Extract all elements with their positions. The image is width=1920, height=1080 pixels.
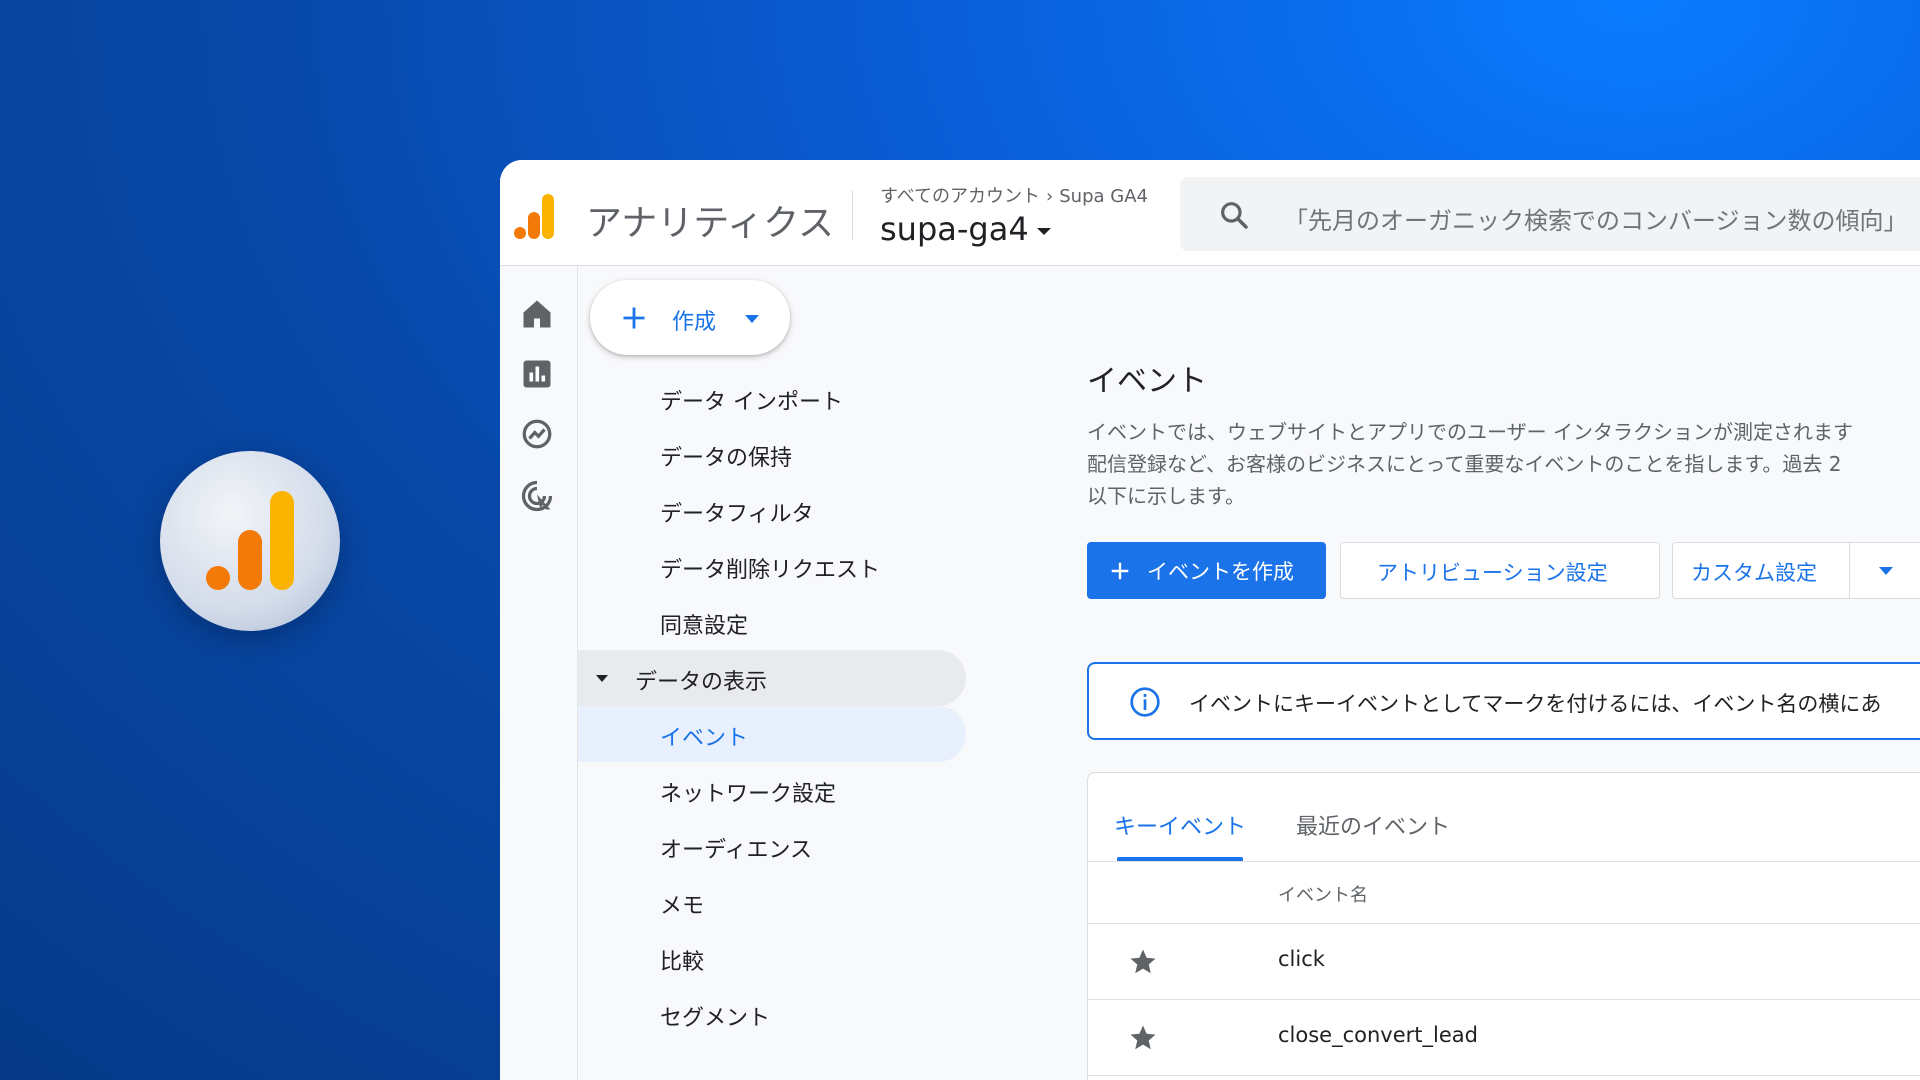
top-bar: アナリティクス すべてのアカウント › Supa GA4 supa-ga4 「先月の… (500, 160, 1920, 266)
nav-item-data-import[interactable]: データ インポート (578, 370, 966, 426)
event-name: close_convert_lead (1278, 1023, 1478, 1047)
events-card: キーイベント 最近のイベント イベント名 click close_convert… (1087, 772, 1920, 1080)
breadcrumb[interactable]: すべてのアカウント › Supa GA4 (880, 182, 1148, 208)
column-header-event-name[interactable]: イベント名 (1278, 881, 1368, 907)
star-icon[interactable] (1128, 1023, 1158, 1053)
search-icon (1221, 202, 1248, 229)
attribution-settings-button[interactable]: アトリビューション設定 (1340, 542, 1660, 599)
analytics-logo-icon[interactable] (514, 194, 554, 240)
nav-item-data-deletion[interactable]: データ削除リクエスト (578, 538, 966, 594)
star-icon[interactable] (1128, 947, 1158, 977)
nav-item-notes[interactable]: メモ (578, 874, 966, 930)
logo-bar-tall (270, 491, 294, 590)
table-row: close_convert_lead (1088, 999, 1920, 1075)
reports-icon[interactable] (519, 356, 555, 392)
advertising-icon[interactable] (519, 478, 555, 514)
nav-item-network[interactable]: ネットワーク設定 (578, 762, 966, 818)
breadcrumb-account[interactable]: Supa GA4 (1059, 186, 1148, 207)
left-rail (500, 266, 578, 1080)
search-input[interactable]: 「先月のオーガニック検索でのコンバージョン数の傾向」 (1180, 177, 1920, 251)
property-selector[interactable]: supa-ga4 (880, 210, 1051, 248)
info-icon (1130, 687, 1160, 717)
nav-item-consent[interactable]: 同意設定 (578, 594, 966, 650)
event-name: click (1278, 947, 1325, 971)
plus-icon (1111, 562, 1129, 580)
property-name: supa-ga4 (880, 210, 1029, 248)
nav-item-data-retention[interactable]: データの保持 (578, 426, 966, 482)
nav-item-audiences[interactable]: オーディエンス (578, 818, 966, 874)
nav-group-data-display[interactable]: データの表示 (578, 650, 966, 706)
home-icon[interactable] (519, 296, 555, 332)
info-banner: イベントにキーイベントとしてマークを付けるには、イベント名の横にあ (1087, 662, 1920, 740)
create-event-button[interactable]: イベントを作成 (1087, 542, 1326, 599)
tab-recent-events[interactable]: 最近のイベント (1296, 809, 1450, 841)
caret-down-icon (745, 315, 759, 323)
nav-item-comparisons[interactable]: 比較 (578, 930, 966, 986)
logo-dot (206, 566, 230, 590)
breadcrumb-all-accounts[interactable]: すべてのアカウント (880, 186, 1040, 207)
nav-item-segments[interactable]: セグメント (578, 986, 966, 1042)
caret-down-icon (1036, 227, 1051, 235)
explore-icon[interactable] (519, 416, 555, 452)
page-title: イベント (1087, 364, 1207, 399)
logo-bar-mid (238, 530, 262, 590)
custom-settings-button[interactable]: カスタム設定 (1672, 542, 1920, 599)
create-button[interactable]: 作成 (590, 280, 790, 355)
nav-item-data-filters[interactable]: データフィルタ (578, 482, 966, 538)
chevron-right-icon: › (1046, 186, 1054, 207)
analytics-window: アナリティクス すべてのアカウント › Supa GA4 supa-ga4 「先月の… (500, 160, 1920, 1080)
table-row: click (1088, 923, 1920, 999)
tab-key-events[interactable]: キーイベント (1114, 809, 1246, 841)
header-divider (852, 190, 853, 240)
create-label: 作成 (672, 310, 717, 335)
nav-item-events[interactable]: イベント (578, 706, 966, 762)
caret-down-icon[interactable] (1879, 567, 1893, 575)
caret-down-icon (596, 675, 608, 682)
page-description: イベントでは、ウェブサイトとアプリでのユーザー インタラクションが測定されます … (1087, 420, 1853, 508)
app-title: アナリティクス (586, 203, 835, 244)
analytics-logo-badge (160, 451, 340, 631)
search-placeholder: 「先月のオーガニック検索でのコンバージョン数の傾向」 (1284, 207, 1908, 235)
plus-icon (623, 307, 645, 329)
